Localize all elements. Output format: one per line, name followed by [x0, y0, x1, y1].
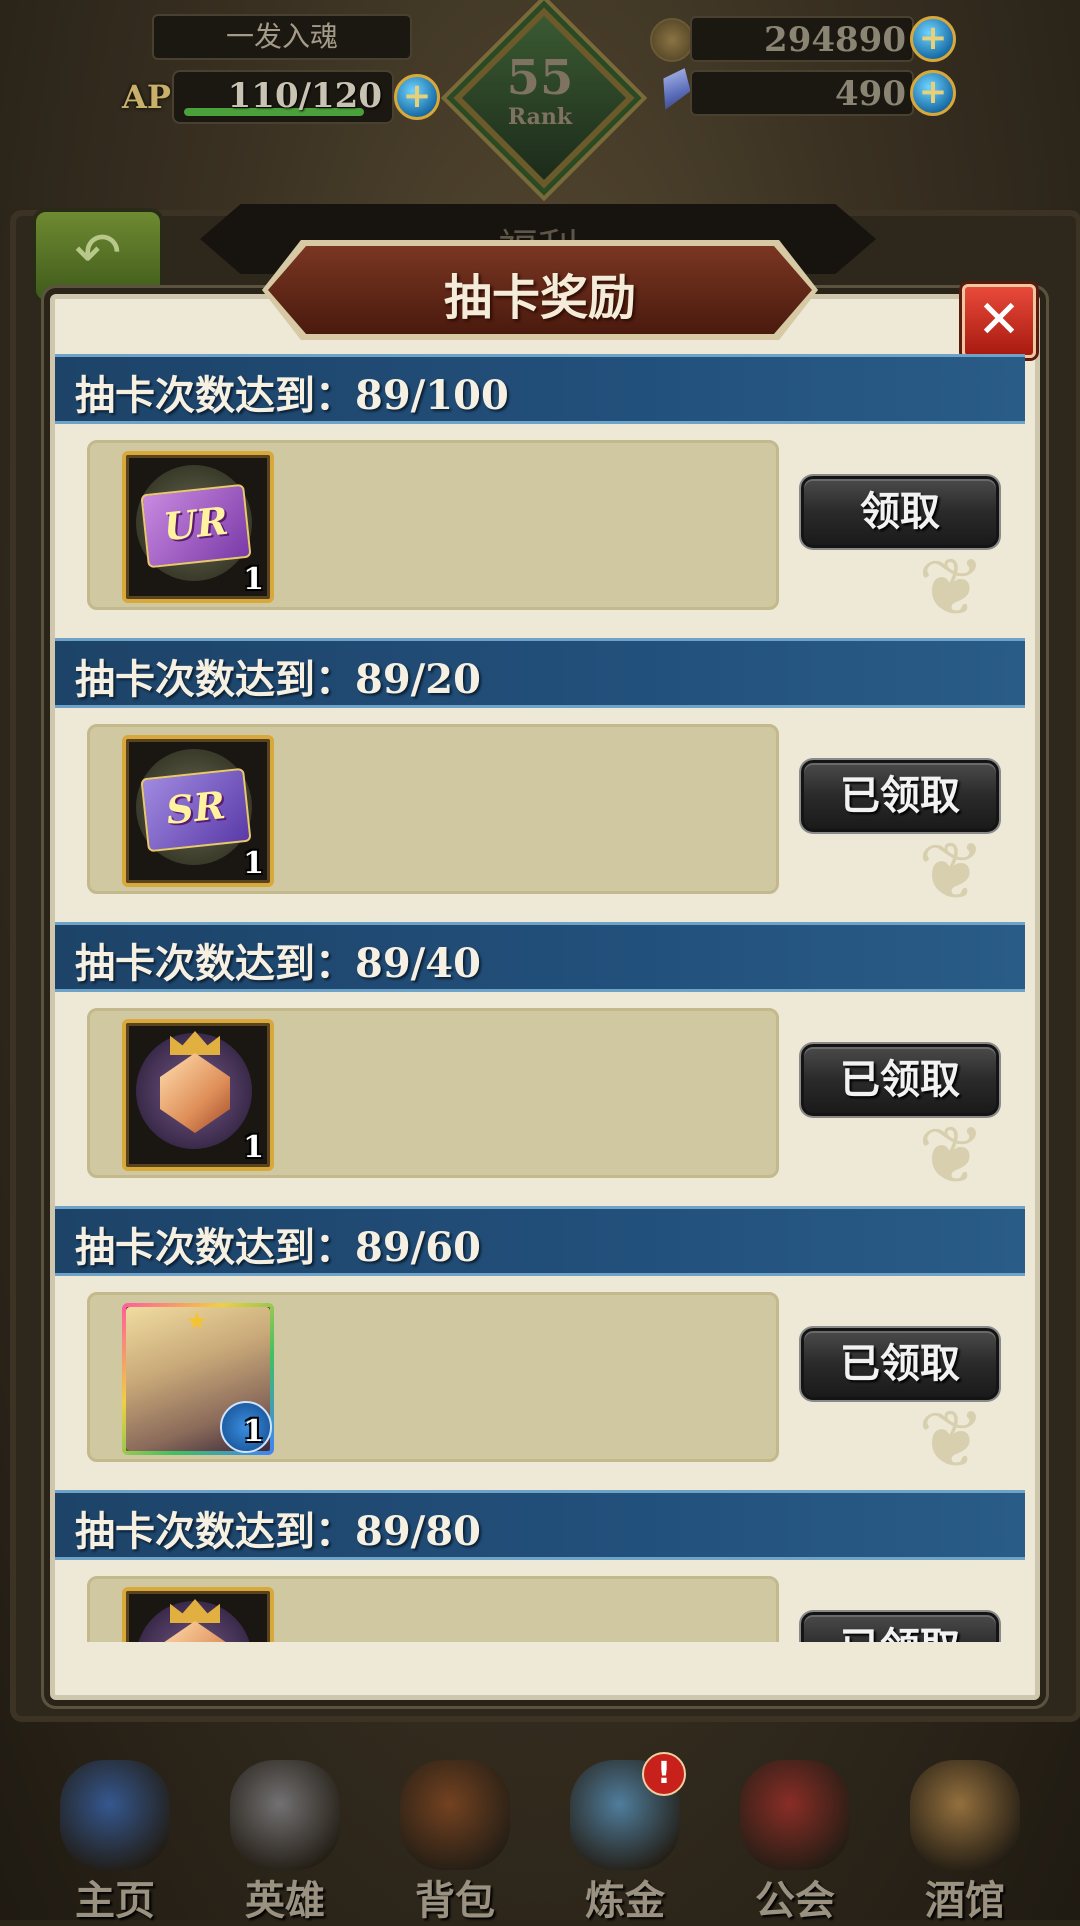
nav-label: 英雄	[245, 1878, 325, 1924]
nav-tavern[interactable]: 酒馆	[880, 1740, 1050, 1924]
gem-value: 490	[835, 74, 906, 114]
section-title: 抽卡次数达到：89/100	[75, 372, 509, 419]
section-title: 抽卡次数达到：89/60	[75, 1224, 481, 1271]
section-header: 抽卡次数达到：89/100	[55, 354, 1025, 424]
section-title: 抽卡次数达到：89/20	[75, 656, 481, 703]
ap-bar: 110/120	[172, 70, 394, 124]
reward-box: 1	[87, 1008, 779, 1178]
nav-label: 炼金	[585, 1878, 665, 1924]
item-quantity: 1	[243, 562, 264, 597]
flourish-decoration: ❦	[917, 1109, 985, 1202]
section-body: 1 已领取	[55, 1560, 1025, 1642]
top-status-bar: 一发入魂 AP 110/120 + 55 Rank 294890 + 490 +	[0, 0, 1080, 189]
shield-icon	[740, 1760, 850, 1870]
reward-item[interactable]: UR 1	[122, 451, 274, 603]
reward-list[interactable]: 抽卡次数达到：89/100 UR 1 领取 ❦ 抽卡次数达到：89/20 SR	[55, 354, 1025, 1642]
tavern-icon	[910, 1760, 1020, 1870]
reward-box: ★ 1	[87, 1292, 779, 1462]
section-body: SR 1 已领取 ❦	[55, 708, 1025, 922]
gold-bar: 294890	[690, 16, 914, 62]
reward-item[interactable]: 1	[122, 1587, 274, 1642]
nav-heroes[interactable]: 英雄	[200, 1740, 370, 1924]
knight-icon	[230, 1760, 340, 1870]
section-progress: 89/60	[355, 1224, 481, 1271]
nav-label: 酒馆	[925, 1878, 1005, 1924]
claimed-button[interactable]: 已领取	[801, 1328, 999, 1400]
player-name: 一发入魂	[152, 14, 412, 60]
claimed-button[interactable]: 已领取	[801, 760, 999, 832]
section-body: UR 1 领取 ❦	[55, 424, 1025, 638]
bottom-nav: 主页 英雄 背包 ! 炼金 公会 酒馆	[0, 1740, 1080, 1924]
add-ap-button[interactable]: +	[394, 74, 440, 120]
reward-item[interactable]: SR 1	[122, 735, 274, 887]
section-progress: 89/80	[355, 1508, 481, 1555]
item-quantity: 1	[243, 1130, 264, 1165]
gem-bar: 490	[690, 70, 914, 116]
reward-section: 抽卡次数达到：89/100 UR 1 领取 ❦	[55, 354, 1025, 638]
flourish-decoration: ❦	[917, 825, 985, 918]
nav-bag[interactable]: 背包	[370, 1740, 540, 1924]
gold-coin-icon	[650, 18, 694, 62]
nav-home[interactable]: 主页	[30, 1740, 200, 1924]
section-header: 抽卡次数达到：89/40	[55, 922, 1025, 992]
alert-badge: !	[642, 1752, 686, 1796]
reward-box: UR 1	[87, 440, 779, 610]
nav-label: 主页	[75, 1878, 155, 1924]
add-gem-button[interactable]: +	[910, 70, 956, 116]
gold-value: 294890	[764, 20, 906, 60]
rank-badge: 55 Rank	[453, 7, 635, 189]
section-progress: 89/20	[355, 656, 481, 703]
section-progress: 89/40	[355, 940, 481, 987]
section-progress: 89/100	[355, 372, 509, 419]
section-title: 抽卡次数达到：89/80	[75, 1508, 481, 1555]
section-body: 1 已领取 ❦	[55, 992, 1025, 1206]
reward-box: 1	[87, 1576, 779, 1642]
ur-ticket-icon: UR	[140, 483, 252, 569]
reward-section: 抽卡次数达到：89/20 SR 1 已领取 ❦	[55, 638, 1025, 922]
claimed-button[interactable]: 已领取	[801, 1612, 999, 1642]
section-header: 抽卡次数达到：89/60	[55, 1206, 1025, 1276]
flourish-decoration: ❦	[917, 541, 985, 634]
nav-label: 背包	[415, 1878, 495, 1924]
dialog-title: 抽卡奖励	[443, 270, 636, 326]
rank-number: 55	[506, 50, 574, 106]
reward-box: SR 1	[87, 724, 779, 894]
reward-item[interactable]: ★ 1	[122, 1303, 274, 1455]
section-header: 抽卡次数达到：89/80	[55, 1490, 1025, 1560]
ap-value: 110/120	[227, 76, 382, 116]
add-gold-button[interactable]: +	[910, 16, 956, 62]
item-quantity: 1	[243, 1414, 264, 1449]
reward-section: 抽卡次数达到：89/60 ★ 1 已领取 ❦	[55, 1206, 1025, 1490]
reward-item[interactable]: 1	[122, 1019, 274, 1171]
ap-label: AP	[122, 78, 171, 116]
rank-label: Rank	[507, 104, 573, 130]
back-button[interactable]: ↶	[32, 208, 164, 304]
nav-guild[interactable]: 公会	[710, 1740, 880, 1924]
close-button[interactable]: ✕	[962, 284, 1036, 358]
castle-icon	[60, 1760, 170, 1870]
claimed-button[interactable]: 已领取	[801, 1044, 999, 1116]
sr-ticket-icon: SR	[140, 767, 252, 853]
bag-icon	[400, 1760, 510, 1870]
star-icon: ★	[186, 1307, 208, 1335]
reward-section: 抽卡次数达到：89/40 1 已领取 ❦	[55, 922, 1025, 1206]
section-header: 抽卡次数达到：89/20	[55, 638, 1025, 708]
nav-alchemy[interactable]: ! 炼金	[540, 1740, 710, 1924]
section-body: ★ 1 已领取 ❦	[55, 1276, 1025, 1490]
item-quantity: 1	[243, 846, 264, 881]
claim-button[interactable]: 领取	[801, 476, 999, 548]
nav-label: 公会	[755, 1878, 835, 1924]
section-title: 抽卡次数达到：89/40	[75, 940, 481, 987]
reward-section: 抽卡次数达到：89/80 1 已领取	[55, 1490, 1025, 1642]
flourish-decoration: ❦	[917, 1393, 985, 1486]
